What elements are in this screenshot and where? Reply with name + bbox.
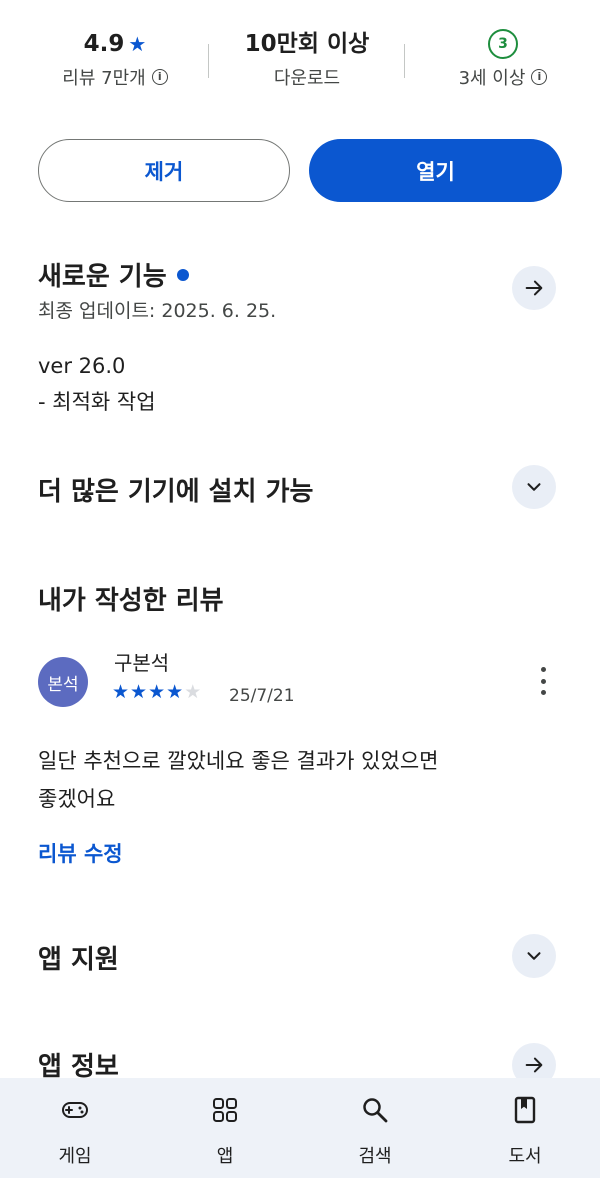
star-empty-icon: ★: [184, 681, 203, 703]
app-stats-row: 4.9 ★ 리뷰 7만개 i 10만회 이상 다운로드 3 3세 이상 i: [0, 28, 600, 98]
age-rating-badge: 3: [488, 29, 518, 59]
search-icon: [363, 1098, 388, 1123]
info-icon: i: [151, 69, 168, 85]
star-filled-icon: ★: [148, 681, 167, 703]
nav-label-books: 도서: [508, 1146, 542, 1167]
downloads-stat: 10만회 이상 다운로드: [212, 28, 402, 90]
bottom-navigation: 게임 앱 검색 도서: [0, 1078, 600, 1178]
whats-new-header[interactable]: 새로운 기능: [38, 256, 189, 293]
last-updated-text: 최종 업데이트: 2025. 6. 25.: [38, 300, 277, 322]
nav-label-games: 게임: [58, 1146, 92, 1167]
star-filled-icon: ★: [166, 681, 185, 703]
info-icon: i: [531, 69, 548, 85]
review-date: 25/7/21: [229, 686, 295, 706]
nav-label-apps: 앱: [216, 1146, 234, 1167]
release-notes-text: - 최적화 작업: [38, 390, 156, 414]
downloads-label: 다운로드: [273, 68, 341, 89]
star-filled-icon: ★: [112, 681, 131, 703]
stats-divider: [404, 44, 405, 78]
devices-title[interactable]: 더 많은 기기에 설치 가능: [38, 471, 313, 508]
star-rating: ★★★★★: [112, 681, 202, 703]
gamepad-icon: [62, 1102, 88, 1118]
edit-review-link[interactable]: 리뷰 수정: [38, 838, 123, 868]
rating-stat[interactable]: 4.9 ★ 리뷰 7만개 i: [20, 28, 210, 90]
my-review-title: 내가 작성한 리뷰: [38, 586, 224, 616]
app-support-expand-button[interactable]: [512, 934, 556, 978]
star-icon: ★: [128, 32, 147, 56]
age-rating-stat[interactable]: 3 3세 이상 i: [408, 28, 598, 90]
chevron-down-icon: [527, 952, 541, 960]
version-text: ver 26.0: [38, 354, 126, 378]
more-options-icon[interactable]: [533, 667, 553, 695]
open-button[interactable]: 열기: [309, 139, 562, 202]
stats-divider: [208, 44, 209, 78]
review-count-label: 리뷰 7만개: [62, 68, 146, 89]
apps-grid-icon: [213, 1098, 237, 1122]
nav-item-games[interactable]: 게임: [25, 1078, 125, 1178]
review-text-line1: 일단 추천으로 깔았네요 좋은 결과가 있었으면: [38, 749, 439, 773]
whats-new-title: 새로운 기능: [38, 262, 167, 292]
avatar: 본석: [38, 657, 88, 707]
nav-item-apps[interactable]: 앱: [175, 1078, 275, 1178]
reviewer-name: 구본석: [114, 651, 170, 675]
rating-value: 4.9: [83, 31, 125, 57]
nav-item-search[interactable]: 검색: [325, 1078, 425, 1178]
whats-new-arrow-button[interactable]: [512, 266, 556, 310]
new-indicator-dot: [176, 268, 189, 281]
nav-item-books[interactable]: 도서: [475, 1078, 575, 1178]
star-filled-icon: ★: [130, 681, 149, 703]
nav-label-search: 검색: [358, 1146, 392, 1167]
devices-expand-button[interactable]: [512, 465, 556, 509]
age-rating-label: 3세 이상: [458, 68, 526, 89]
downloads-value: 10만회 이상: [244, 31, 370, 57]
app-support-title[interactable]: 앱 지원: [38, 939, 119, 976]
arrow-right-icon: [525, 1057, 543, 1073]
book-icon: [514, 1096, 536, 1124]
chevron-down-icon: [527, 483, 541, 491]
remove-button[interactable]: 제거: [38, 139, 290, 202]
review-text-line2: 좋겠어요: [38, 787, 116, 811]
arrow-right-icon: [525, 280, 543, 296]
